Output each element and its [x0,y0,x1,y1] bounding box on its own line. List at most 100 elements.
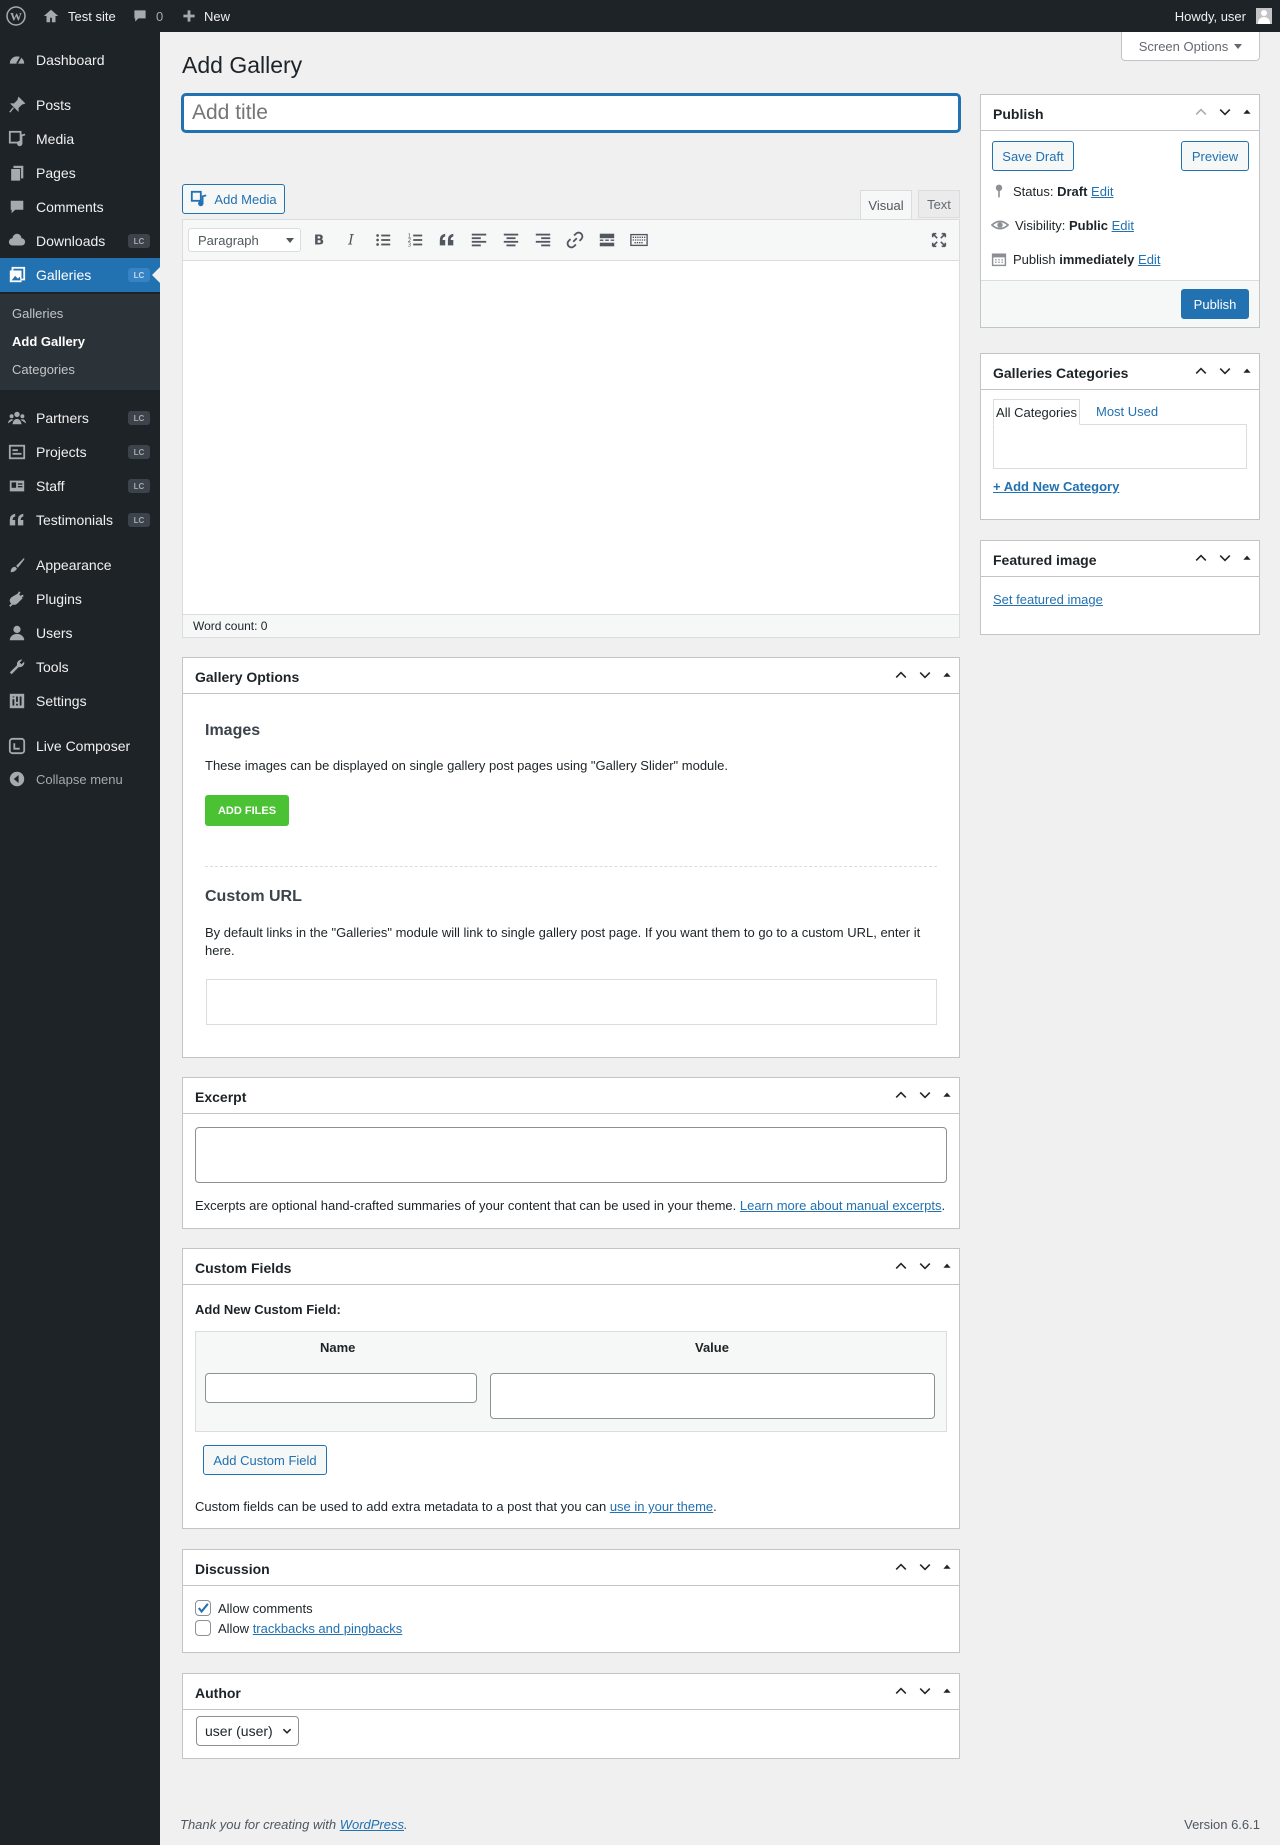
preview-button[interactable]: Preview [1181,141,1249,171]
publish-button[interactable]: Publish [1181,289,1249,319]
add-media-button[interactable]: Add Media [182,184,285,214]
add-new-category-link[interactable]: + Add New Category [993,479,1119,494]
account-menu[interactable]: Howdy, user [1175,0,1272,32]
chevron-down-icon[interactable] [917,1258,933,1274]
fullscreen-icon[interactable] [927,228,951,252]
tab-label: Text [927,196,951,212]
chevron-up-icon[interactable] [1193,550,1209,566]
menu-pages[interactable]: Pages [0,156,160,190]
chevron-down-icon[interactable] [917,667,933,683]
italic-icon[interactable]: I [339,228,363,252]
menu-downloads[interactable]: Downloads LC [0,224,160,258]
save-draft-button[interactable]: Save Draft [992,141,1074,171]
toggle-panel-icon[interactable] [941,1561,953,1573]
menu-appearance[interactable]: Appearance [0,548,160,582]
add-files-button[interactable]: ADD FILES [205,795,289,826]
menu-settings[interactable]: Settings [0,684,160,718]
menu-staff[interactable]: Staff LC [0,469,160,503]
custom-field-table: Name Value [195,1331,947,1432]
custom-field-value-textarea[interactable] [490,1373,935,1419]
tab-text[interactable]: Text [918,190,960,218]
menu-testimonials[interactable]: Testimonials LC [0,503,160,537]
comments-link[interactable]: 0 [132,0,163,32]
menu-partners[interactable]: Partners LC [0,401,160,435]
chevron-up-icon[interactable] [893,1683,909,1699]
set-featured-image-link[interactable]: Set featured image [993,592,1103,607]
tab-visual[interactable]: Visual [860,190,912,220]
excerpt-learn-more-link[interactable]: Learn more about manual excerpts [740,1198,942,1213]
screen-options-button[interactable]: Screen Options [1121,32,1260,61]
chevron-down-icon[interactable] [917,1087,933,1103]
edit-status-link[interactable]: Edit [1091,184,1113,199]
align-left-icon[interactable] [467,228,491,252]
collapse-menu-button[interactable]: Collapse menu [0,762,160,796]
align-right-icon[interactable] [531,228,555,252]
box-title: Galleries Categories [993,365,1129,381]
edit-visibility-link[interactable]: Edit [1112,218,1134,233]
custom-field-name-input[interactable] [205,1373,477,1403]
blockquote-icon[interactable] [435,228,459,252]
toggle-panel-icon[interactable] [941,669,953,681]
site-name-link[interactable]: Test site [42,0,116,32]
toggle-panel-icon[interactable] [941,1260,953,1272]
menu-dashboard[interactable]: Dashboard [0,43,160,77]
toolbar-toggle-icon[interactable] [627,228,651,252]
chevron-down-icon[interactable] [1217,104,1233,120]
tab-most-used[interactable]: Most Used [1096,404,1158,419]
add-custom-field-button[interactable]: Add Custom Field [203,1445,327,1475]
menu-projects[interactable]: Projects LC [0,435,160,469]
chevron-down-icon[interactable] [917,1559,933,1575]
editor-content-area[interactable] [183,261,959,615]
new-content-link[interactable]: New [182,0,230,32]
edit-date-link[interactable]: Edit [1138,252,1160,267]
align-center-icon[interactable] [499,228,523,252]
menu-posts[interactable]: Posts [0,88,160,122]
chevron-up-icon[interactable] [893,1258,909,1274]
chevron-up-icon[interactable] [893,667,909,683]
use-in-theme-link[interactable]: use in your theme [610,1499,713,1514]
title-input[interactable] [182,94,960,132]
toggle-panel-icon[interactable] [941,1089,953,1101]
read-more-icon[interactable] [595,228,619,252]
submenu-galleries[interactable]: Galleries [12,306,63,321]
chevron-up-icon[interactable] [1193,104,1209,120]
numbered-list-icon[interactable]: 123 [403,228,427,252]
allow-comments-checkbox[interactable] [195,1600,211,1616]
format-select[interactable]: Paragraph [188,228,301,252]
submenu-add-gallery[interactable]: Add Gallery [12,334,85,349]
menu-label: Media [36,131,75,147]
chevron-down-icon[interactable] [1217,363,1233,379]
toggle-panel-icon[interactable] [941,1685,953,1697]
bold-icon[interactable]: B [307,228,331,252]
author-select[interactable]: user (user) [196,1716,299,1746]
tab-all-categories[interactable]: All Categories [993,399,1080,425]
wordpress-link[interactable]: WordPress [340,1817,404,1832]
wordpress-logo-icon[interactable]: W [6,0,26,32]
menu-label: Testimonials [36,512,114,528]
menu-galleries[interactable]: Galleries LC [0,258,160,292]
link-icon[interactable] [563,228,587,252]
pin-icon [8,96,26,114]
chevron-up-icon[interactable] [1193,363,1209,379]
excerpt-textarea[interactable] [195,1127,947,1183]
toggle-panel-icon[interactable] [1241,365,1253,377]
allow-trackbacks-checkbox[interactable] [195,1620,211,1636]
submenu-categories[interactable]: Categories [12,362,75,377]
toggle-panel-icon[interactable] [1241,106,1253,118]
menu-tools[interactable]: Tools [0,650,160,684]
caret-down-icon [286,238,294,243]
menu-comments[interactable]: Comments [0,190,160,224]
menu-plugins[interactable]: Plugins [0,582,160,616]
chevron-down-icon[interactable] [1217,550,1233,566]
chevron-down-icon[interactable] [917,1683,933,1699]
settings-icon [8,692,26,710]
menu-live-composer[interactable]: Live Composer [0,729,160,763]
trackbacks-link[interactable]: trackbacks and pingbacks [253,1621,403,1636]
chevron-up-icon[interactable] [893,1559,909,1575]
bulleted-list-icon[interactable] [371,228,395,252]
custom-url-input[interactable] [206,979,937,1025]
chevron-up-icon[interactable] [893,1087,909,1103]
menu-media[interactable]: Media [0,122,160,156]
menu-users[interactable]: Users [0,616,160,650]
toggle-panel-icon[interactable] [1241,552,1253,564]
